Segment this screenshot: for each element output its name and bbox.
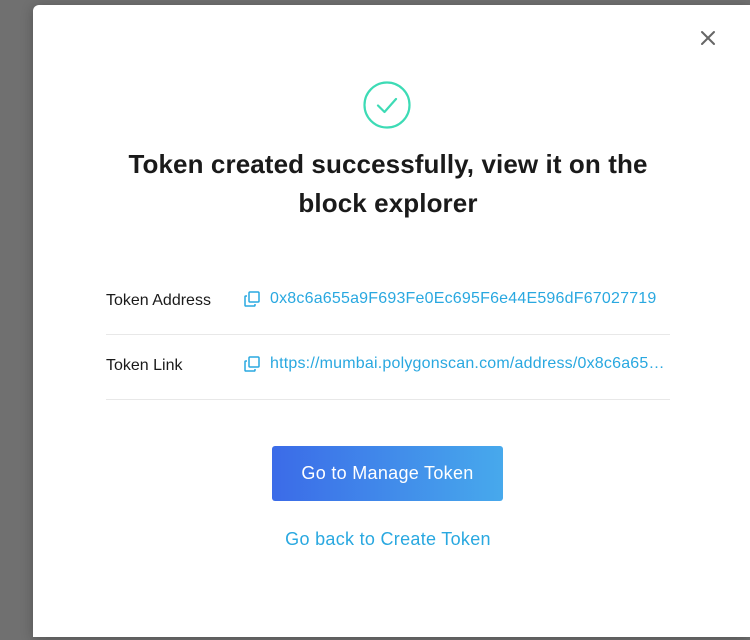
token-address-copy[interactable]: 0x8c6a655a9F693Fe0Ec695F6e44E596dF670277… (243, 290, 670, 308)
token-address-value[interactable]: 0x8c6a655a9F693Fe0Ec695F6e44E596dF670277… (270, 290, 657, 308)
token-link-value[interactable]: https://mumbai.polygonscan.com/address/0… (270, 355, 670, 373)
close-icon (701, 31, 715, 45)
token-address-label: Token Address (106, 292, 211, 309)
token-link-row: Token Link https://mumbai.polygonscan.co… (106, 335, 670, 400)
dialog-title: Token created successfully, view it on t… (128, 149, 648, 218)
success-dialog: Token created successfully, view it on t… (33, 5, 750, 637)
go-back-to-create-token-link[interactable]: Go back to Create Token (233, 529, 543, 550)
copy-icon[interactable] (243, 290, 261, 308)
token-address-row: Token Address 0x8c6a655a9F693Fe0Ec695F6e… (106, 270, 670, 335)
token-link-label: Token Link (106, 357, 183, 374)
check-circle-icon (362, 80, 412, 130)
token-link-copy[interactable]: https://mumbai.polygonscan.com/address/0… (243, 355, 670, 373)
copy-icon[interactable] (243, 355, 261, 373)
go-to-manage-token-button[interactable]: Go to Manage Token (272, 446, 503, 501)
close-button[interactable] (693, 23, 723, 53)
